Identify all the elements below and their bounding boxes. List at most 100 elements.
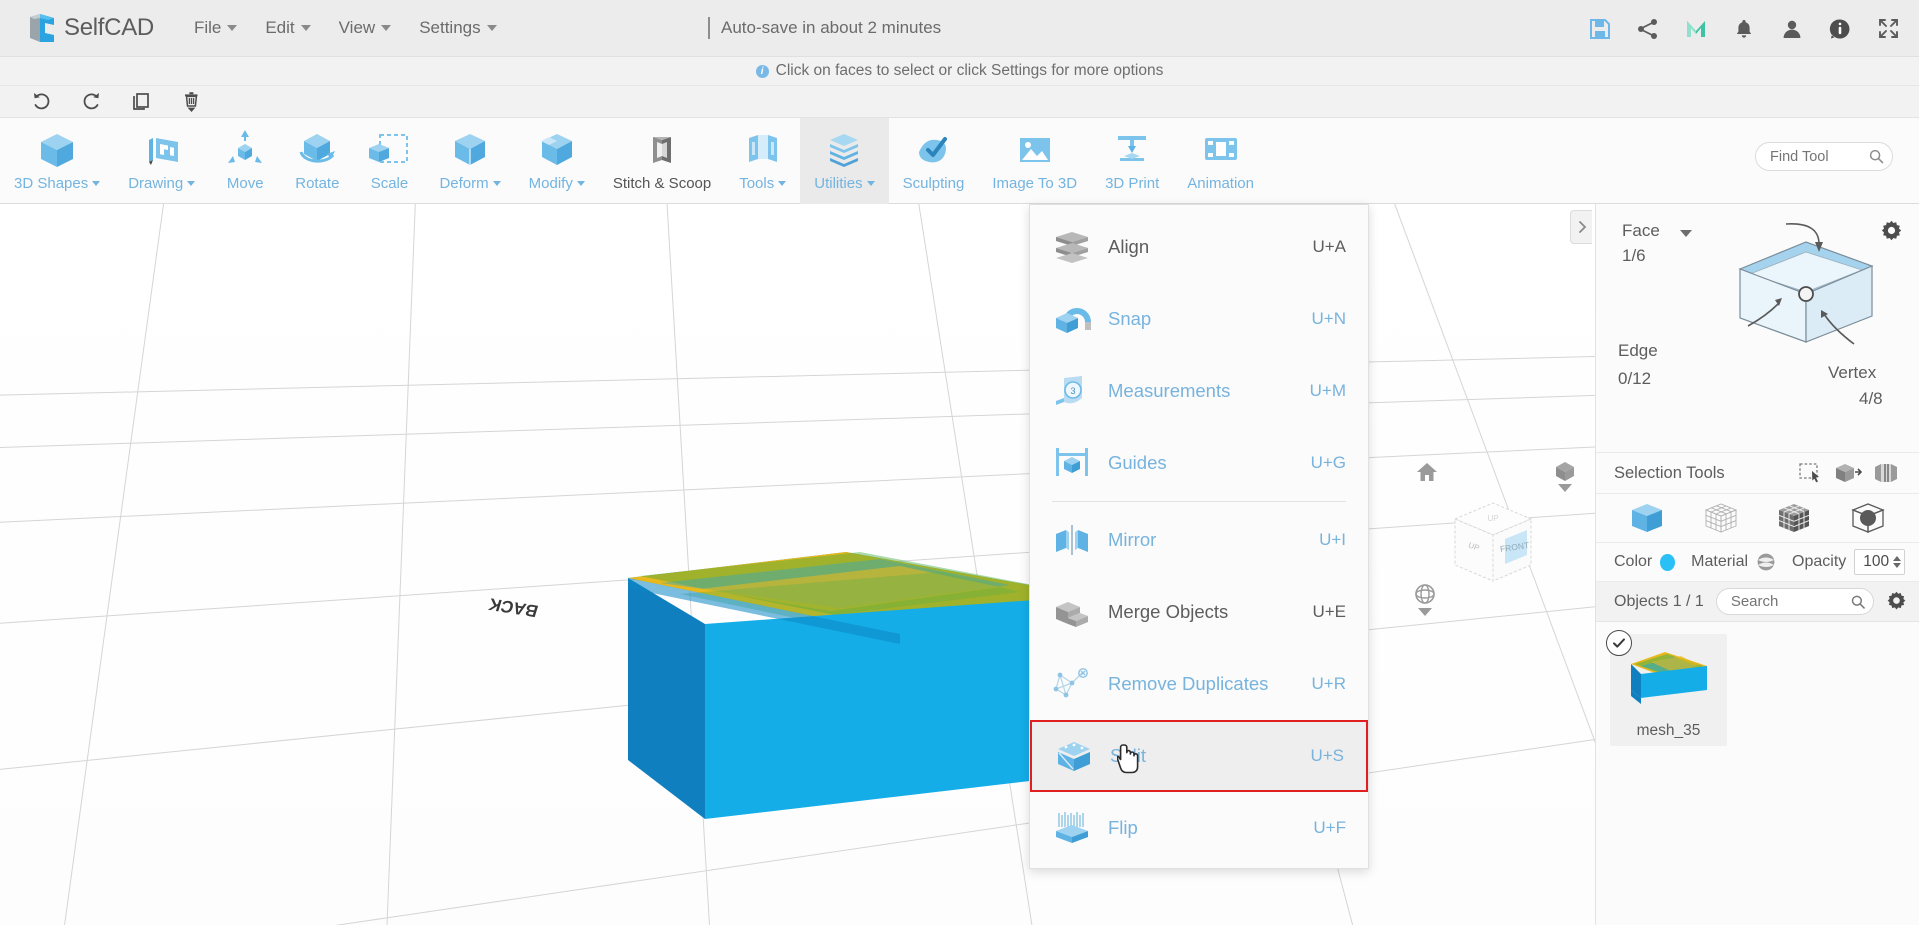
objects-search-input-wrap[interactable] xyxy=(1715,588,1874,615)
ribbon-3d-shapes[interactable]: 3D Shapes xyxy=(0,118,114,204)
menu-item-guides[interactable]: Guides U+G xyxy=(1030,427,1368,499)
split-icon xyxy=(1052,737,1096,775)
object-properties-row: Color Material Opacity 100 xyxy=(1596,543,1919,582)
menu-item-split[interactable]: Split U+S xyxy=(1030,720,1368,792)
list-item[interactable]: mesh_35 xyxy=(1606,630,1727,746)
view-navigation-cube[interactable]: FRONT UP UP xyxy=(1437,487,1549,604)
ribbon-image-to-3d-label: Image To 3D xyxy=(992,175,1078,192)
selection-mode-chevron-down-icon[interactable] xyxy=(1680,230,1692,237)
orbit-mode-button[interactable] xyxy=(1412,582,1438,623)
shaded-wireframe-icon[interactable] xyxy=(1771,498,1817,538)
info-icon: i xyxy=(755,64,769,78)
fullscreen-icon[interactable] xyxy=(1875,16,1901,42)
menu-item-merge-objects[interactable]: Merge Objects U+E xyxy=(1030,576,1368,648)
menu-item-flip[interactable]: Flip U+F xyxy=(1030,792,1368,864)
menu-view-label: View xyxy=(338,18,376,37)
xray-cube-icon[interactable] xyxy=(1845,498,1891,538)
menu-item-measurements[interactable]: 3 Measurements U+M xyxy=(1030,355,1368,427)
save-icon[interactable] xyxy=(1587,16,1613,42)
perspective-view-button[interactable] xyxy=(1552,458,1578,499)
objects-search-input[interactable] xyxy=(1730,593,1851,610)
selection-tools-row: Selection Tools xyxy=(1596,453,1919,494)
ribbon-tools[interactable]: Tools xyxy=(725,118,800,204)
ribbon-drawing-label-wrap: Drawing xyxy=(128,175,196,192)
grow-selection-icon[interactable] xyxy=(1829,457,1867,489)
object-selected-check-icon[interactable] xyxy=(1606,630,1632,656)
ribbon-rotate[interactable]: Rotate xyxy=(281,118,353,204)
objects-settings-gear-icon[interactable] xyxy=(1886,591,1907,612)
info-icon[interactable] xyxy=(1827,16,1853,42)
wireframe-cube-icon[interactable] xyxy=(1698,498,1744,538)
menu-settings[interactable]: Settings xyxy=(405,12,510,44)
menu-item-mirror[interactable]: Mirror U+I xyxy=(1030,504,1368,576)
duplicate-button[interactable] xyxy=(116,86,166,118)
ribbon-image-to-3d[interactable]: Image To 3D xyxy=(978,118,1091,204)
ribbon-scale[interactable]: Scale xyxy=(353,118,425,204)
solid-cube-icon[interactable] xyxy=(1624,498,1670,538)
svg-text:3: 3 xyxy=(1070,386,1075,396)
selection-info-area: Face 1/6 Edge 0/12 Vertex 4/8 xyxy=(1596,204,1919,453)
objects-header-row: Objects 1 / 1 xyxy=(1596,582,1919,622)
share-icon[interactable] xyxy=(1635,16,1661,42)
ribbon-sculpting[interactable]: Sculpting xyxy=(889,118,979,204)
loop-selection-icon[interactable] xyxy=(1867,457,1905,489)
menu-item-flip-shortcut: U+F xyxy=(1313,818,1346,837)
menu-item-merge-objects-shortcut: U+E xyxy=(1312,602,1346,621)
ribbon-deform-label-wrap: Deform xyxy=(439,175,501,192)
ribbon-animation-label: Animation xyxy=(1187,175,1254,192)
trash-icon xyxy=(184,91,197,112)
right-side-panel: Face 1/6 Edge 0/12 Vertex 4/8 Selection … xyxy=(1595,204,1919,925)
object-name-label: mesh_35 xyxy=(1636,722,1701,739)
face-count-value: 1/6 xyxy=(1622,246,1646,265)
menu-item-align[interactable]: Align U+A xyxy=(1030,211,1368,283)
3d-print-icon xyxy=(1110,127,1154,173)
find-tool-search[interactable] xyxy=(1755,142,1893,171)
chevron-down-icon xyxy=(778,181,787,186)
opacity-spinner-arrows[interactable] xyxy=(1893,556,1901,568)
user-account-icon[interactable] xyxy=(1779,16,1805,42)
menu-item-remove-duplicates[interactable]: Remove Duplicates U+R xyxy=(1030,648,1368,720)
ribbon-stitch-scoop[interactable]: Stitch & Scoop xyxy=(599,118,725,204)
menu-edit[interactable]: Edit xyxy=(251,12,324,44)
menu-item-remove-duplicates-shortcut: U+R xyxy=(1311,674,1346,693)
chevron-down-icon xyxy=(576,181,585,186)
mirrorcad-m-icon[interactable] xyxy=(1683,16,1709,42)
ribbon-drawing-label: Drawing xyxy=(128,175,184,192)
guides-icon xyxy=(1050,444,1094,482)
ribbon-utilities[interactable]: Utilities xyxy=(800,118,889,204)
undo-icon xyxy=(33,93,49,110)
panel-collapse-toggle[interactable] xyxy=(1570,210,1592,244)
chevron-down-icon xyxy=(227,25,238,31)
ribbon-3d-shapes-label: 3D Shapes xyxy=(14,175,89,192)
find-tool-input[interactable] xyxy=(1770,148,1870,165)
ribbon-drawing[interactable]: Drawing xyxy=(114,118,209,204)
home-view-button[interactable] xyxy=(1415,460,1439,489)
color-swatch[interactable] xyxy=(1660,553,1676,571)
spinner-down-icon[interactable] xyxy=(1893,563,1901,568)
spinner-up-icon[interactable] xyxy=(1893,556,1901,561)
delete-button[interactable] xyxy=(166,86,216,118)
snap-magnet-icon xyxy=(1050,300,1094,338)
rect-select-icon[interactable] xyxy=(1791,457,1829,489)
vertex-count-value: 4/8 xyxy=(1859,389,1883,408)
sculpting-icon xyxy=(911,127,955,173)
image-to-3d-icon xyxy=(1013,127,1057,173)
ribbon-modify[interactable]: Modify xyxy=(515,118,599,204)
menu-view[interactable]: View xyxy=(325,12,406,44)
home-icon xyxy=(1417,463,1437,481)
measure-tape-icon: 3 xyxy=(1050,372,1094,410)
app-logo[interactable]: SelfCAD xyxy=(27,12,154,44)
ribbon-3d-print[interactable]: 3D Print xyxy=(1091,118,1173,204)
menu-item-snap[interactable]: Snap U+N xyxy=(1030,283,1368,355)
ribbon-deform[interactable]: Deform xyxy=(425,118,514,204)
opacity-stepper[interactable]: 100 xyxy=(1854,549,1905,575)
mirror-icon xyxy=(1050,521,1094,559)
cube-icon xyxy=(35,127,79,173)
redo-button[interactable] xyxy=(66,86,116,118)
menu-file[interactable]: File xyxy=(180,12,251,44)
undo-button[interactable] xyxy=(16,86,66,118)
notifications-bell-icon[interactable] xyxy=(1731,16,1757,42)
ribbon-move[interactable]: Move xyxy=(209,118,281,204)
material-sphere-icon[interactable] xyxy=(1756,552,1776,572)
ribbon-animation[interactable]: Animation xyxy=(1173,118,1268,204)
